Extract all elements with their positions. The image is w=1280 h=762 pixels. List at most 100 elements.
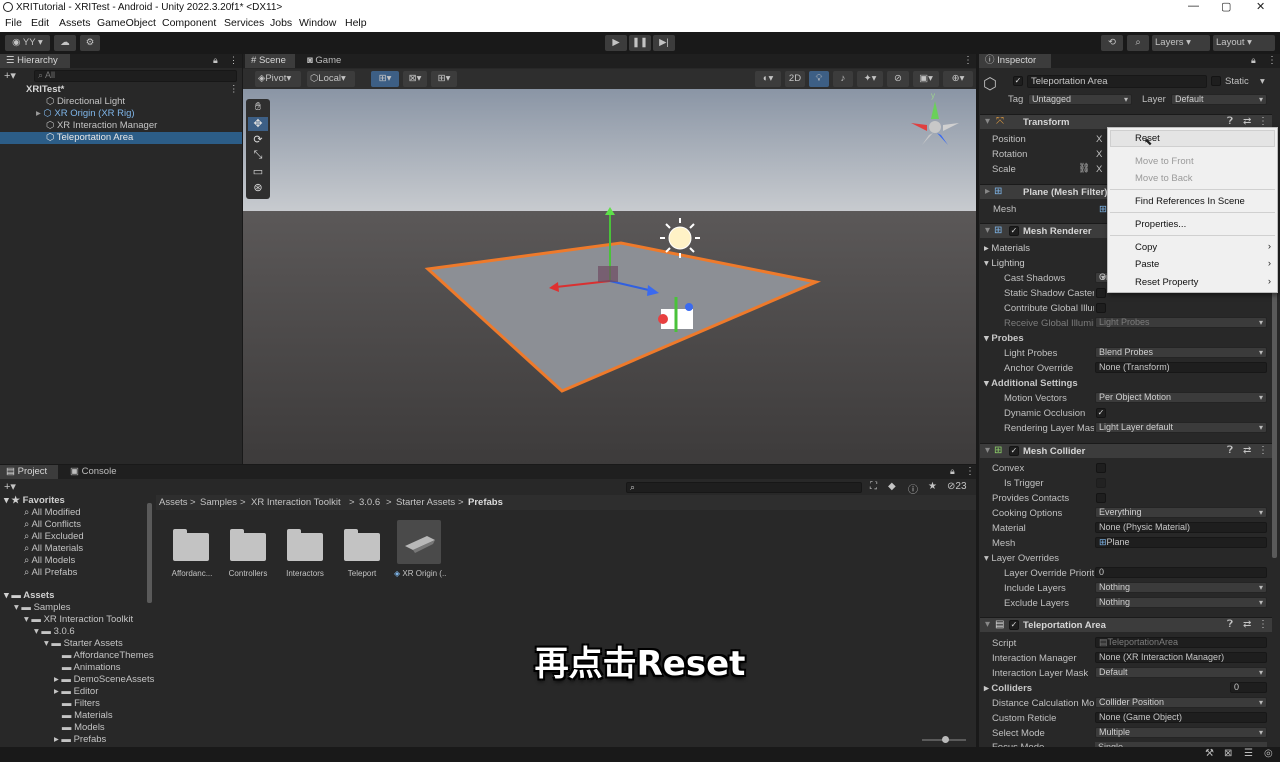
mesh-collider-enabled-checkbox[interactable]: ✓ [1009,446,1019,456]
menu-help[interactable]: Help [345,17,367,29]
rotate-tool-icon[interactable]: ⟳ [248,133,268,147]
tree-item[interactable]: ▾ ▬ 3.0.6 [34,626,75,638]
scale-tool-icon[interactable]: ⤡ [248,149,268,163]
hand-tool-icon[interactable]: ✋︎ [248,101,268,115]
breadcrumb-item[interactable]: Prefabs [468,497,503,509]
favorite-item[interactable]: ⌕ All Prefabs [24,567,77,579]
progress-icon[interactable]: ⚒ [1205,748,1214,759]
hierarchy-item[interactable]: ▸ ⬡ XR Origin (XR Rig) [0,108,242,120]
receive-gi-dropdown[interactable]: Light Probes [1095,317,1267,328]
component-menu-icon[interactable]: ⋮ [1258,445,1268,456]
account-button[interactable]: ◉ YY ▾ [5,35,50,51]
snap-icon[interactable]: ⊠▾ [403,71,427,87]
filter-type-icon[interactable]: ⛶ [870,481,877,492]
collider-material-field[interactable]: None (Physic Material) [1095,522,1267,533]
tab-game[interactable]: ◙ Game [301,54,351,68]
expand-arrow-icon[interactable]: ▸ [36,108,41,119]
menu-gameobject[interactable]: GameObject [97,17,156,29]
help-icon[interactable]: ❓︎ [1227,619,1233,630]
asset-folder[interactable]: Controllers [224,523,272,583]
asset-folder[interactable]: Teleport [338,523,386,583]
favorites-header[interactable]: ▾ ★ Favorites [4,495,65,507]
audio-icon[interactable]: ♪ [833,71,853,87]
menu-file[interactable]: File [5,17,22,29]
lock-icon[interactable]: 🔒︎ [950,466,955,477]
debug-icon[interactable]: ☰ [1244,748,1253,759]
lock-icon[interactable]: 🔒︎ [213,55,218,66]
tab-scene[interactable]: # Scene [245,54,295,68]
tree-item[interactable]: ▸ ▬ DemoSceneAssets [54,674,154,686]
project-search-input[interactable]: ⌕ [626,482,862,493]
select-mode-dropdown[interactable]: Multiple [1095,727,1267,738]
layers-dropdown[interactable]: Layers ▾ [1152,35,1210,51]
tree-item[interactable]: ▬ AffordanceThemes [54,650,154,662]
object-name-input[interactable]: Teleportation Area [1027,75,1207,88]
static-dropdown-icon[interactable]: ▾ [1260,76,1265,87]
anchor-override-field[interactable]: None (Transform) [1095,362,1267,373]
breadcrumb-item[interactable]: Starter Assets [396,497,455,509]
collider-mesh-field[interactable]: ⊞Plane [1095,537,1267,548]
menu-item-move-to-back[interactable]: Move to Back [1135,173,1193,184]
hierarchy-item-selected[interactable]: ⬡ Teleportation Area [0,132,242,144]
kebab-icon[interactable]: ⋮ [965,466,975,477]
tree-item[interactable]: ▾ ▬ Starter Assets [44,638,123,650]
tree-item[interactable]: ▬ Filters [54,698,100,710]
pause-button[interactable]: ❚❚ [629,35,651,51]
teleportation-area-header[interactable]: ▾ ▤ ✓ Teleportation Area ❓︎ ⇄ ⋮ [980,617,1272,632]
tree-item[interactable]: ▾ ▬ XR Interaction Toolkit [24,614,133,626]
light-probes-dropdown[interactable]: Blend Probes [1095,347,1267,358]
tree-item[interactable]: ▬ Models [54,722,105,734]
favorite-item[interactable]: ⌕ All Modified [24,507,81,519]
menu-item-move-to-front[interactable]: Move to Front [1135,156,1194,167]
menu-window[interactable]: Window [299,17,336,29]
lock-icon[interactable]: 🔒︎ [1251,55,1256,66]
active-checkbox[interactable]: ✓ [1013,76,1023,86]
gizmos-icon[interactable]: ⊕▾ [943,71,973,87]
add-icon[interactable]: +▾ [4,480,16,493]
menu-item-reset-property[interactable]: Reset Property [1135,277,1198,288]
menu-jobs[interactable]: Jobs [270,17,292,29]
layout-dropdown[interactable]: Layout ▾ [1213,35,1275,51]
tab-hierarchy[interactable]: ☰ Hierarchy [0,54,70,68]
static-shadow-checkbox[interactable] [1096,288,1106,298]
local-dropdown[interactable]: ⬡Local▾ [307,71,355,87]
hierarchy-item[interactable]: ⬡ XR Interaction Manager [0,120,242,132]
favorite-star-icon[interactable]: ★ [928,481,937,492]
scene-row[interactable]: XRITest* ⋮ [0,84,242,96]
help-icon[interactable]: ❓︎ [1227,116,1233,127]
interaction-layer-mask-dropdown[interactable]: Default [1095,667,1267,678]
convex-checkbox[interactable] [1096,463,1106,473]
tab-console[interactable]: ▣ Console [64,465,124,479]
menu-edit[interactable]: Edit [31,17,49,29]
menu-services[interactable]: Services [224,17,264,29]
add-icon[interactable]: +▾ [4,69,16,82]
menu-assets[interactable]: Assets [59,17,91,29]
materials-foldout[interactable]: ▸ Materials [984,243,1030,254]
tree-item[interactable]: ▾ ▬ Samples [14,602,71,614]
tree-scrollbar[interactable] [147,503,152,603]
hierarchy-search-input[interactable]: ⌕ All [34,70,237,82]
preset-icon[interactable]: ⇄ [1243,445,1251,456]
favorite-item[interactable]: ⌕ All Conflicts [24,519,81,531]
distance-calc-dropdown[interactable]: Collider Position [1095,697,1267,708]
scene-viewport[interactable]: y ✋︎ ✥ ⟳ ⤡ ▭ ⊛ [243,89,976,464]
cache-icon[interactable]: ⊠ [1224,748,1232,759]
hidden-count[interactable]: ⊘23 [947,481,967,492]
move-tool-icon[interactable]: ✥ [248,117,268,131]
transform-tool-icon[interactable]: ⊛ [248,181,268,195]
search-icon[interactable]: ⌕ [1127,35,1149,51]
preset-icon[interactable]: ⇄ [1243,619,1251,630]
menu-component[interactable]: Component [162,17,216,29]
tab-project[interactable]: ▤ Project [0,465,58,479]
cloud-icon[interactable]: ☁ [54,35,76,51]
lighting-icon[interactable]: 💡︎ [809,71,829,87]
mode-2d-button[interactable]: 2D [785,71,805,87]
shading-mode-icon[interactable]: ◐▾ [755,71,781,87]
contribute-gi-checkbox[interactable] [1096,303,1106,313]
mesh-renderer-enabled-checkbox[interactable]: ✓ [1009,226,1019,236]
preset-icon[interactable]: ⇄ [1243,116,1251,127]
zoom-slider-handle[interactable] [942,736,949,743]
breadcrumb-item[interactable]: XR Interaction Toolkit [251,497,341,509]
provides-contacts-checkbox[interactable] [1096,493,1106,503]
favorite-item[interactable]: ⌕ All Excluded [24,531,84,543]
